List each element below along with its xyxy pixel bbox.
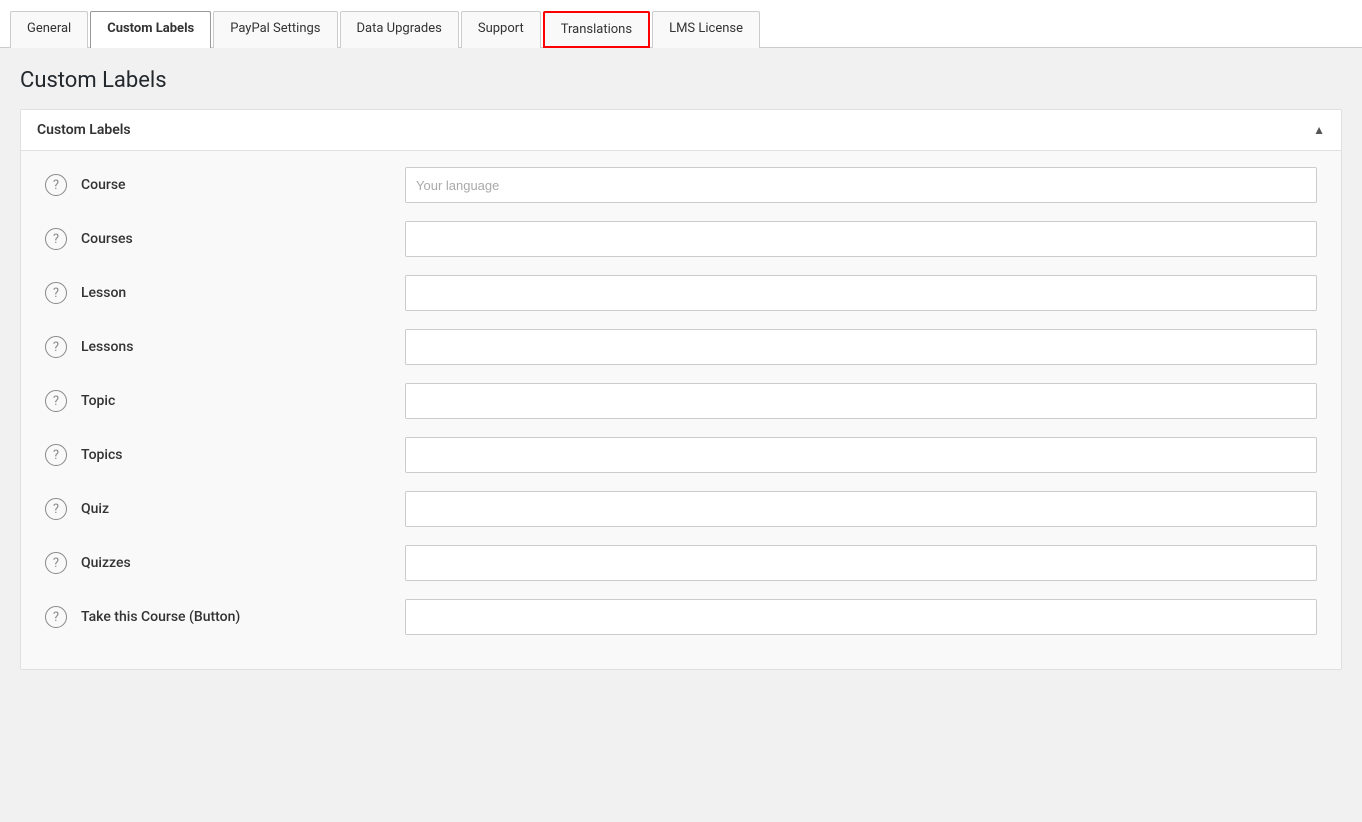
tab-support[interactable]: Support — [461, 11, 541, 48]
help-icon-quizzes[interactable]: ? — [45, 552, 67, 574]
help-icon-lessons[interactable]: ? — [45, 336, 67, 358]
field-label-quizzes: Quizzes — [81, 555, 131, 571]
help-icon-courses[interactable]: ? — [45, 228, 67, 250]
page-wrapper: GeneralCustom LabelsPayPal SettingsData … — [0, 0, 1362, 822]
help-icon-topics[interactable]: ? — [45, 444, 67, 466]
field-input-course[interactable] — [405, 167, 1317, 203]
form-row-lessons: ? Lessons — [45, 329, 1317, 365]
tabs-bar: GeneralCustom LabelsPayPal SettingsData … — [0, 0, 1362, 48]
section-header: Custom Labels ▲ — [21, 110, 1341, 151]
field-input-lessons[interactable] — [405, 329, 1317, 365]
label-area-lesson: ? Lesson — [45, 282, 405, 304]
label-area-lessons: ? Lessons — [45, 336, 405, 358]
field-label-lessons: Lessons — [81, 339, 133, 355]
field-label-course: Course — [81, 177, 126, 193]
tab-lms-license[interactable]: LMS License — [652, 11, 760, 48]
form-row-quizzes: ? Quizzes — [45, 545, 1317, 581]
field-input-quizzes[interactable] — [405, 545, 1317, 581]
field-input-take-this-course[interactable] — [405, 599, 1317, 635]
form-row-topics: ? Topics — [45, 437, 1317, 473]
tab-data-upgrades[interactable]: Data Upgrades — [340, 11, 459, 48]
field-label-topic: Topic — [81, 393, 115, 409]
form-row-quiz: ? Quiz — [45, 491, 1317, 527]
section-card: Custom Labels ▲ ? Course? Courses? Lesson? L… — [20, 109, 1342, 670]
field-label-take-this-course: Take this Course (Button) — [81, 609, 240, 625]
label-area-take-this-course: ? Take this Course (Button) — [45, 606, 405, 628]
tab-translations[interactable]: Translations — [543, 11, 650, 48]
page-title: Custom Labels — [20, 68, 1342, 93]
label-area-quizzes: ? Quizzes — [45, 552, 405, 574]
field-label-lesson: Lesson — [81, 285, 126, 301]
label-area-topic: ? Topic — [45, 390, 405, 412]
tab-general[interactable]: General — [10, 11, 88, 48]
label-area-topics: ? Topics — [45, 444, 405, 466]
label-area-quiz: ? Quiz — [45, 498, 405, 520]
help-icon-course[interactable]: ? — [45, 174, 67, 196]
field-input-topics[interactable] — [405, 437, 1317, 473]
tab-custom-labels[interactable]: Custom Labels — [90, 11, 211, 48]
form-row-course: ? Course — [45, 167, 1317, 203]
field-label-topics: Topics — [81, 447, 122, 463]
help-icon-quiz[interactable]: ? — [45, 498, 67, 520]
field-label-quiz: Quiz — [81, 501, 109, 517]
form-row-lesson: ? Lesson — [45, 275, 1317, 311]
field-input-quiz[interactable] — [405, 491, 1317, 527]
help-icon-topic[interactable]: ? — [45, 390, 67, 412]
label-area-course: ? Course — [45, 174, 405, 196]
content-area: Custom Labels Custom Labels ▲ ? Course? Co… — [0, 48, 1362, 690]
help-icon-take-this-course[interactable]: ? — [45, 606, 67, 628]
form-row-courses: ? Courses — [45, 221, 1317, 257]
section-title: Custom Labels — [37, 122, 131, 138]
section-body: ? Course? Courses? Lesson? Lessons? Topic? Top… — [21, 151, 1341, 669]
label-area-courses: ? Courses — [45, 228, 405, 250]
field-input-courses[interactable] — [405, 221, 1317, 257]
field-input-topic[interactable] — [405, 383, 1317, 419]
field-label-courses: Courses — [81, 231, 133, 247]
form-row-take-this-course: ? Take this Course (Button) — [45, 599, 1317, 635]
help-icon-lesson[interactable]: ? — [45, 282, 67, 304]
collapse-icon[interactable]: ▲ — [1313, 123, 1325, 137]
field-input-lesson[interactable] — [405, 275, 1317, 311]
tab-paypal-settings[interactable]: PayPal Settings — [213, 11, 337, 48]
form-row-topic: ? Topic — [45, 383, 1317, 419]
